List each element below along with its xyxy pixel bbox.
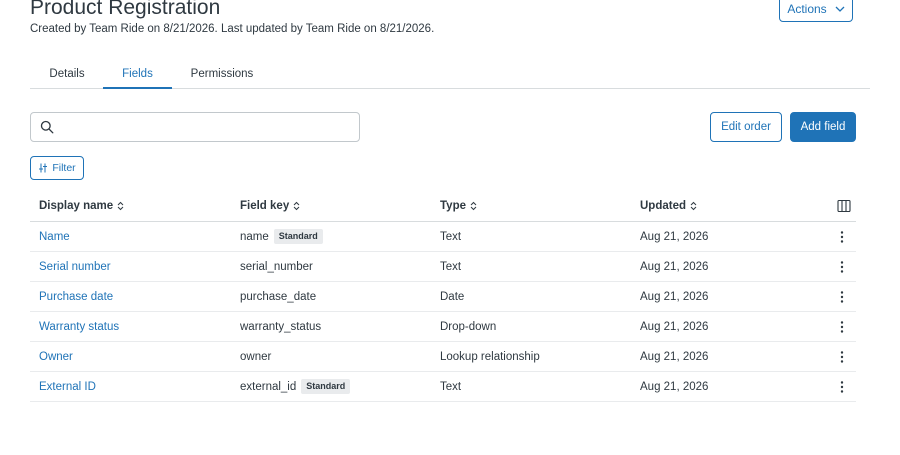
updated-cell: Aug 21, 2026: [640, 350, 709, 363]
type-cell: Lookup relationship: [440, 350, 540, 363]
field-key-cell: external_id Standard: [240, 372, 351, 401]
field-key: purchase_date: [240, 290, 317, 303]
type-cell: Text: [440, 380, 462, 393]
tab-list: Details Fields Permissions: [30, 60, 870, 89]
display-name-link[interactable]: Serial number: [39, 252, 111, 281]
page-subtitle: Created by Team Ride on 8/21/2026. Last …: [30, 23, 435, 35]
type-cell: Date: [440, 290, 465, 303]
field-key-cell: serial_number: [240, 252, 313, 281]
field-key: name: [240, 230, 269, 243]
actions-button[interactable]: Actions: [779, 0, 853, 22]
field-key-cell: purchase_date: [240, 282, 316, 311]
kebab-icon: [840, 380, 844, 393]
row-menu-button[interactable]: [830, 282, 854, 311]
field-key-cell: owner: [240, 342, 271, 371]
tab-details-label: Details: [49, 68, 85, 80]
search-input[interactable]: [61, 117, 355, 139]
kebab-icon: [840, 260, 844, 273]
edit-order-label: Edit order: [721, 121, 771, 133]
filter-button[interactable]: Filter: [30, 156, 84, 180]
sort-icon: [690, 201, 697, 211]
updated-cell: Aug 21, 2026: [640, 230, 709, 243]
updated-cell: Aug 21, 2026: [640, 260, 709, 273]
kebab-icon: [840, 230, 844, 243]
table-row: Serial number serial_number Text Aug 21,…: [30, 252, 856, 282]
column-label: Type: [440, 200, 466, 212]
updated-cell: Aug 21, 2026: [640, 290, 709, 303]
add-field-label: Add field: [800, 121, 846, 133]
table-header: Display name Field key Type Updated: [30, 191, 856, 222]
kebab-icon: [840, 320, 844, 333]
fields-table: Display name Field key Type Updated Name…: [30, 191, 856, 402]
field-key: owner: [240, 350, 272, 363]
tab-fields[interactable]: Fields: [103, 60, 172, 89]
tab-fields-label: Fields: [122, 67, 153, 80]
display-name-link[interactable]: External ID: [39, 372, 96, 401]
type-cell: Text: [440, 230, 462, 243]
search-icon: [40, 120, 54, 134]
standard-badge: Standard: [301, 379, 351, 394]
sort-icon: [470, 201, 477, 211]
kebab-icon: [840, 290, 844, 303]
tab-details[interactable]: Details: [34, 60, 100, 88]
table-row: External ID external_id Standard Text Au…: [30, 372, 856, 402]
columns-icon[interactable]: [837, 199, 851, 213]
column-header-display-name[interactable]: Display name: [39, 191, 124, 221]
table-row: Name name Standard Text Aug 21, 2026: [30, 222, 856, 252]
sort-icon: [293, 201, 300, 211]
column-label: Updated: [640, 200, 686, 212]
display-name-link[interactable]: Owner: [39, 342, 73, 371]
updated-cell: Aug 21, 2026: [640, 380, 709, 393]
column-label: Field key: [240, 200, 290, 212]
kebab-icon: [840, 350, 844, 363]
table-row: Purchase date purchase_date Date Aug 21,…: [30, 282, 856, 312]
table-row: Owner owner Lookup relationship Aug 21, …: [30, 342, 856, 372]
search-box: [30, 112, 360, 142]
column-label: Display name: [39, 200, 114, 212]
edit-order-button[interactable]: Edit order: [710, 112, 782, 142]
row-menu-button[interactable]: [830, 342, 854, 371]
field-key-cell: warranty_status: [240, 312, 321, 341]
column-header-type[interactable]: Type: [440, 191, 477, 221]
field-key-cell: name Standard: [240, 222, 323, 251]
sliders-icon: [39, 163, 48, 173]
display-name-link[interactable]: Purchase date: [39, 282, 113, 311]
page-title: Product Registration: [30, 0, 221, 19]
row-menu-button[interactable]: [830, 312, 854, 341]
row-menu-button[interactable]: [830, 252, 854, 281]
column-header-field-key[interactable]: Field key: [240, 191, 300, 221]
column-header-updated[interactable]: Updated: [640, 191, 697, 221]
field-key: warranty_status: [240, 320, 322, 333]
row-menu-button[interactable]: [830, 222, 854, 251]
chevron-down-icon: [835, 6, 845, 12]
add-field-button[interactable]: Add field: [790, 112, 856, 142]
type-cell: Text: [440, 260, 462, 273]
updated-cell: Aug 21, 2026: [640, 320, 709, 333]
type-cell: Drop-down: [440, 320, 497, 333]
field-key: serial_number: [240, 260, 313, 273]
tab-permissions[interactable]: Permissions: [180, 60, 264, 88]
display-name-link[interactable]: Name: [39, 222, 70, 251]
actions-label: Actions: [787, 2, 827, 16]
table-row: Warranty status warranty_status Drop-dow…: [30, 312, 856, 342]
row-menu-button[interactable]: [830, 372, 854, 401]
standard-badge: Standard: [273, 229, 323, 244]
filter-label: Filter: [52, 162, 76, 174]
field-key: external_id: [240, 380, 297, 393]
sort-icon: [117, 201, 124, 211]
display-name-link[interactable]: Warranty status: [39, 312, 119, 341]
tab-permissions-label: Permissions: [190, 68, 254, 80]
